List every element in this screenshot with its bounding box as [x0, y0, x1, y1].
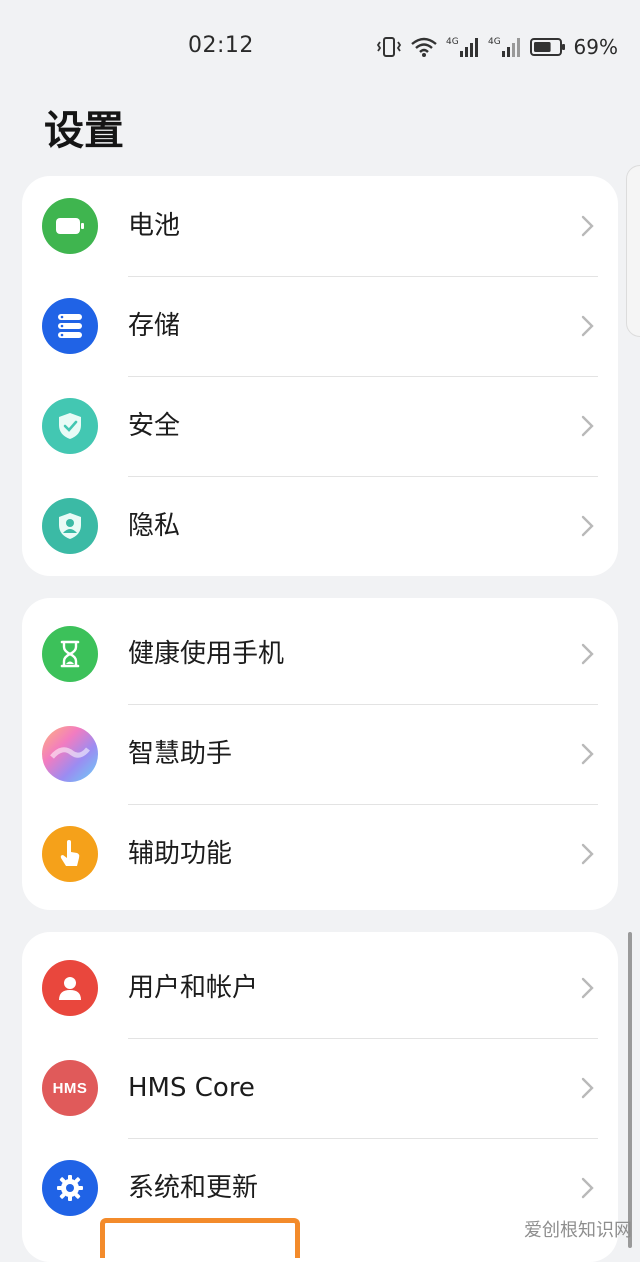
settings-item-label: HMS Core	[128, 1073, 255, 1103]
side-panel-handle[interactable]	[626, 165, 640, 337]
network-label: 4G	[488, 37, 501, 47]
settings-item-smart-assistant[interactable]: 智慧助手	[22, 704, 618, 804]
chevron-right-icon	[581, 743, 594, 765]
settings-item-label: 隐私	[128, 511, 181, 541]
status-bar: 02:12 4G 4G 69%	[0, 0, 640, 92]
chevron-right-icon	[581, 215, 594, 237]
settings-item-label: 安全	[128, 411, 181, 441]
chevron-right-icon	[581, 1177, 594, 1199]
status-icons: 4G 4G 69%	[376, 33, 618, 61]
settings-item-label: 用户和帐户	[128, 973, 259, 1003]
highlight-box	[100, 1218, 300, 1258]
settings-item-label: 智慧助手	[128, 739, 233, 769]
settings-item-label: 电池	[128, 211, 181, 241]
vibrate-icon	[376, 37, 401, 57]
chevron-right-icon	[581, 977, 594, 999]
hourglass-icon	[42, 626, 98, 682]
network-label: 4G	[446, 37, 459, 47]
divider	[128, 376, 598, 377]
settings-item-battery[interactable]: 电池	[22, 176, 618, 276]
user-icon	[42, 960, 98, 1016]
gear-icon	[42, 1160, 98, 1216]
chevron-right-icon	[581, 315, 594, 337]
hms-icon: HMS	[42, 1060, 98, 1116]
accessibility-hand-icon	[42, 826, 98, 882]
watermark: 爱创根知识网	[524, 1220, 632, 1241]
page-title: 设置	[44, 108, 124, 154]
signal-icon: 4G	[446, 37, 478, 57]
scrollbar[interactable]	[628, 932, 632, 1248]
battery-percent: 69%	[573, 35, 618, 59]
status-time: 02:12	[188, 33, 254, 58]
chevron-right-icon	[581, 1077, 594, 1099]
settings-item-hms-core[interactable]: HMS HMS Core	[22, 1038, 618, 1138]
wifi-icon	[410, 37, 437, 57]
settings-item-accessibility[interactable]: 辅助功能	[22, 804, 618, 904]
divider	[128, 476, 598, 477]
shield-icon	[42, 398, 98, 454]
chevron-right-icon	[581, 415, 594, 437]
settings-item-label: 辅助功能	[128, 839, 233, 869]
divider	[128, 276, 598, 277]
chevron-right-icon	[581, 643, 594, 665]
settings-group-1: 电池 存储 安全 隐私	[22, 176, 618, 576]
chevron-right-icon	[581, 515, 594, 537]
battery-icon	[529, 38, 565, 56]
chevron-right-icon	[581, 843, 594, 865]
storage-icon	[42, 298, 98, 354]
settings-item-storage[interactable]: 存储	[22, 276, 618, 376]
settings-item-label: 健康使用手机	[128, 639, 285, 669]
assistant-icon	[42, 726, 98, 782]
settings-item-privacy[interactable]: 隐私	[22, 476, 618, 576]
settings-item-users-accounts[interactable]: 用户和帐户	[22, 938, 618, 1038]
settings-item-label: 存储	[128, 311, 181, 341]
hms-icon-text: HMS	[52, 1079, 88, 1097]
settings-group-3: 用户和帐户 HMS HMS Core 系统和更新	[22, 932, 618, 1262]
settings-group-2: 健康使用手机 智慧助手 辅助功能	[22, 598, 618, 910]
settings-item-security[interactable]: 安全	[22, 376, 618, 476]
battery-icon	[42, 198, 98, 254]
privacy-icon	[42, 498, 98, 554]
settings-item-digital-balance[interactable]: 健康使用手机	[22, 604, 618, 704]
signal-icon: 4G	[488, 37, 520, 57]
